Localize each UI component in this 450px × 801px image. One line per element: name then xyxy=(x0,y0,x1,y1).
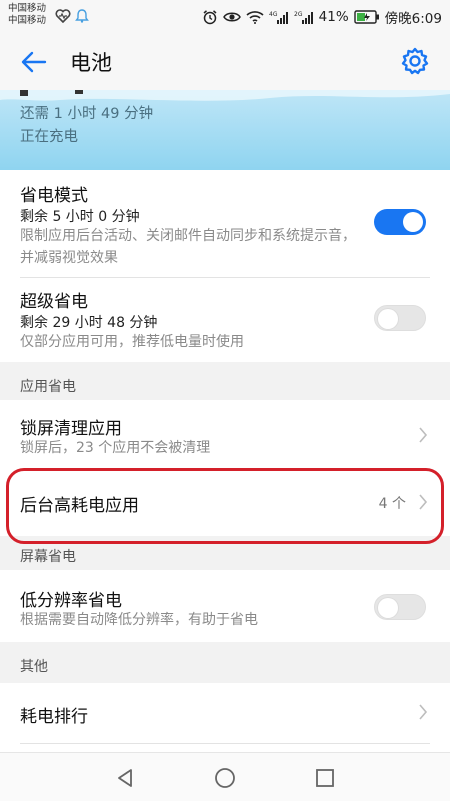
chevron-right-icon xyxy=(419,704,428,720)
power-saving-row[interactable]: 省电模式 剩余 5 小时 0 分钟 限制应用后台活动、关闭邮件自动同步和系统提示… xyxy=(0,170,450,277)
section-label-screen-saving: 屏幕省电 xyxy=(20,549,76,565)
system-navigation-bar xyxy=(0,752,450,801)
power-saving-title: 省电模式 xyxy=(20,186,88,206)
lock-screen-cleanup-title: 锁屏清理应用 xyxy=(20,419,122,439)
ultra-saving-remaining: 剩余 29 小时 48 分钟 xyxy=(20,315,158,331)
power-saving-toggle[interactable] xyxy=(374,209,426,235)
signal-2g-icon: 2G xyxy=(294,10,314,25)
wifi-icon xyxy=(246,10,264,24)
toggle-knob xyxy=(378,598,398,618)
app-bar: 电池 xyxy=(0,34,450,90)
other-card: 耗电排行 xyxy=(0,683,450,752)
back-button[interactable] xyxy=(20,48,48,76)
ultra-saving-row[interactable]: 超级省电 剩余 29 小时 48 分钟 仅部分应用可用，推荐低电量时使用 xyxy=(0,278,450,362)
usage-ranking-title: 耗电排行 xyxy=(20,707,88,727)
highlight-annotation xyxy=(6,468,444,544)
chevron-right-icon xyxy=(419,427,428,443)
notification-bell-icon xyxy=(75,8,89,27)
eye-comfort-icon xyxy=(222,10,241,24)
toggle-knob xyxy=(378,309,398,329)
power-modes-card: 省电模式 剩余 5 小时 0 分钟 限制应用后台活动、关闭邮件自动同步和系统提示… xyxy=(0,170,450,362)
divider xyxy=(20,743,430,744)
signal-4g-icon: 4G xyxy=(269,10,289,25)
carrier-labels: 中国移动 中国移动 xyxy=(8,3,46,27)
battery-percent: 41% xyxy=(318,9,349,25)
gear-icon xyxy=(401,47,429,75)
page-title: 电池 xyxy=(70,51,112,75)
carrier-2: 中国移动 xyxy=(8,15,47,26)
battery-charging-icon xyxy=(353,10,380,24)
ultra-saving-description: 仅部分应用可用，推荐低电量时使用 xyxy=(20,334,244,350)
section-label-app-saving: 应用省电 xyxy=(20,379,76,395)
back-arrow-icon xyxy=(21,51,47,73)
status-left-icons xyxy=(55,8,89,27)
health-icon xyxy=(55,8,71,27)
nav-back-triangle-icon[interactable] xyxy=(114,767,136,789)
usage-ranking-row[interactable]: 耗电排行 xyxy=(0,683,450,743)
svg-text:2G: 2G xyxy=(294,11,303,18)
carrier-1: 中国移动 xyxy=(8,3,47,14)
status-bar: 中国移动 中国移动 4G 2G 41% 傍晚6:09 xyxy=(0,0,450,34)
screen-saving-card: 低分辨率省电 根据需要自动降低分辨率，有助于省电 xyxy=(0,570,450,642)
svg-text:4G: 4G xyxy=(269,11,278,18)
lock-screen-cleanup-description: 锁屏后，23 个应用不会被清理 xyxy=(20,440,211,456)
power-saving-remaining: 剩余 5 小时 0 分钟 xyxy=(20,209,140,225)
settings-button[interactable] xyxy=(400,46,430,76)
battery-status-header: 还需 1 小时 49 分钟 正在充电 xyxy=(0,90,450,170)
low-resolution-description: 根据需要自动降低分辨率，有助于省电 xyxy=(20,612,258,628)
status-right-icons: 4G 2G 41% 傍晚6:09 xyxy=(202,7,442,27)
low-resolution-title: 低分辨率省电 xyxy=(20,591,122,611)
lock-screen-cleanup-row[interactable]: 锁屏清理应用 锁屏后，23 个应用不会被清理 xyxy=(0,400,450,470)
ultra-saving-toggle[interactable] xyxy=(374,305,426,331)
low-resolution-row[interactable]: 低分辨率省电 根据需要自动降低分辨率，有助于省电 xyxy=(0,570,450,642)
alarm-icon xyxy=(202,9,218,25)
toggle-knob xyxy=(403,212,423,232)
power-saving-description: 限制应用后台活动、关闭邮件自动同步和系统提示音，并减弱视觉效果 xyxy=(20,228,356,266)
clock-time: 傍晚6:09 xyxy=(384,11,442,27)
nav-recents-square-icon[interactable] xyxy=(314,767,336,789)
charging-status: 正在充电 xyxy=(20,129,78,145)
charge-time-remaining: 还需 1 小时 49 分钟 xyxy=(20,106,154,122)
low-resolution-toggle[interactable] xyxy=(374,594,426,620)
ultra-saving-title: 超级省电 xyxy=(20,292,88,312)
nav-home-circle-icon[interactable] xyxy=(214,767,236,789)
section-label-other: 其他 xyxy=(20,659,48,675)
